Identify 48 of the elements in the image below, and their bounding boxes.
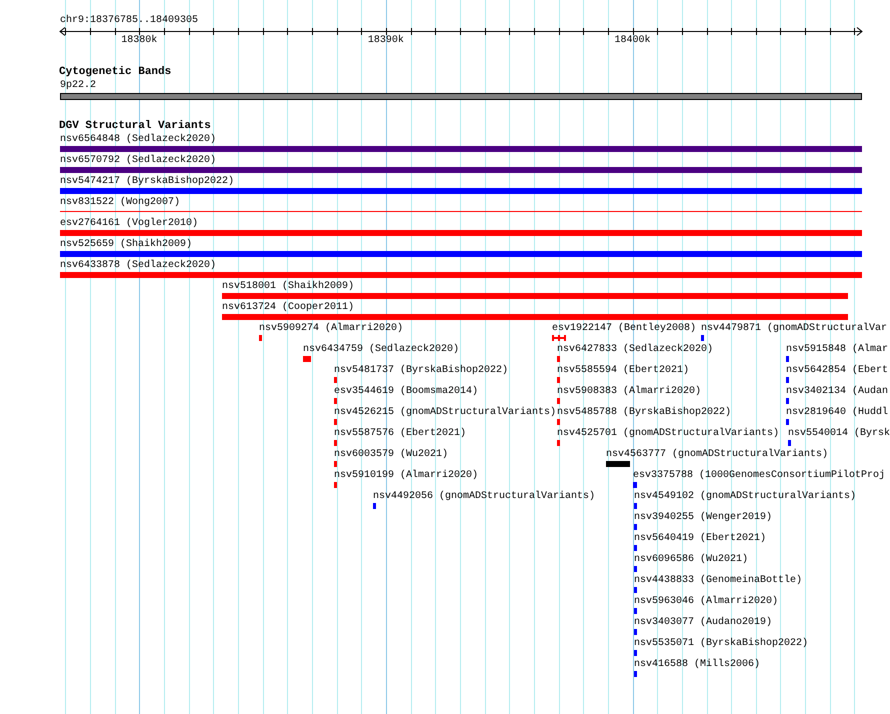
variant-label: nsv5585594 (Ebert2021) xyxy=(557,365,690,376)
variant-label: nsv6096586 (Wu2021) xyxy=(634,554,748,565)
variant-label: nsv5915848 (Almar xyxy=(786,344,888,355)
variant-label: nsv5587576 (Ebert2021) xyxy=(334,428,466,439)
variant-label: nsv6564848 (Sedlazeck2020) xyxy=(60,134,216,145)
band-label: 9p22.2 xyxy=(60,80,96,91)
variant-label: nsv3403077 (Audano2019) xyxy=(634,617,772,628)
variant-label: nsv5481737 (ByrskaBishop2022) xyxy=(334,365,508,376)
variant-label: nsv5474217 (ByrskaBishop2022) xyxy=(60,176,234,187)
variant-label: nsv6427833 (Sedlazeck2020) xyxy=(557,344,714,355)
tick-label: 18390k xyxy=(368,35,404,46)
variant-label: nsv4563777 (gnomADStructuralVariants) xyxy=(606,449,828,460)
variant-label: nsv4438833 (GenomeinaBottle) xyxy=(634,575,802,586)
variant-label: nsv5540014 (Byrsk xyxy=(788,428,890,439)
variant-label: nsv5910199 (Almarri2020) xyxy=(334,470,478,481)
variant-label: nsv6570792 (Sedlazeck2020) xyxy=(60,155,216,166)
variant-label: nsv2819640 (Huddl xyxy=(786,407,888,418)
variant-label: nsv3940255 (Wenger2019) xyxy=(634,512,772,523)
track-title: Cytogenetic Bands xyxy=(59,67,172,78)
variant-label: nsv5485788 (ByrskaBishop2022) xyxy=(557,407,732,418)
variant-label: nsv5963046 (Almarri2020) xyxy=(634,596,778,607)
variant-label: nsv6434759 (Sedlazeck2020) xyxy=(303,344,460,355)
variant-label: nsv5535071 (ByrskaBishop2022) xyxy=(634,638,808,649)
variant-label: esv1922147 (Bentley2008) xyxy=(552,323,696,334)
variant-label: nsv5642854 (Ebert xyxy=(786,365,888,376)
variant-label: nsv5908383 (Almarri2020) xyxy=(557,386,702,397)
variant-label: nsv831522 (Wong2007) xyxy=(60,197,180,208)
variant-label: nsv4492056 (gnomADStructuralVariants) xyxy=(373,491,596,502)
variant-label: nsv6433878 (Sedlazeck2020) xyxy=(60,260,216,271)
tick-label: 18380k xyxy=(121,35,158,46)
variant-label: nsv518001 (Shaikh2009) xyxy=(222,281,354,292)
variant-label: esv2764161 (Vogler2010) xyxy=(60,218,198,229)
variant-label: esv3544619 (Boomsma2014) xyxy=(334,386,478,397)
track-title: DGV Structural Variants xyxy=(59,121,211,132)
variant-label: nsv4526215 (gnomADStructuralVariants) xyxy=(334,407,556,418)
variant-label: nsv4549102 (gnomADStructuralVariants) xyxy=(634,491,856,502)
variant-label: nsv416588 (Mills2006) xyxy=(634,659,760,670)
variant-label: nsv4525701 (gnomADStructuralVariants) xyxy=(557,428,780,439)
variant-label: nsv613724 (Cooper2011) xyxy=(222,302,354,313)
tick-label: 18400k xyxy=(614,35,651,46)
variant-label: nsv4479871 (gnomADStructuralVar xyxy=(701,323,888,334)
variant-label: nsv3402134 (Audan xyxy=(786,386,888,397)
variant-label: nsv6003579 (Wu2021) xyxy=(334,449,448,460)
variant-label: nsv525659 (Shaikh2009) xyxy=(60,239,192,250)
location-label: chr9:18376785..18409305 xyxy=(60,15,198,26)
variant-label: esv3375788 (1000GenomesConsortiumPilotProj xyxy=(633,470,886,481)
variant-label: nsv5909274 (Almarri2020) xyxy=(259,323,404,334)
variant-label: nsv5640419 (Ebert2021) xyxy=(634,533,766,544)
